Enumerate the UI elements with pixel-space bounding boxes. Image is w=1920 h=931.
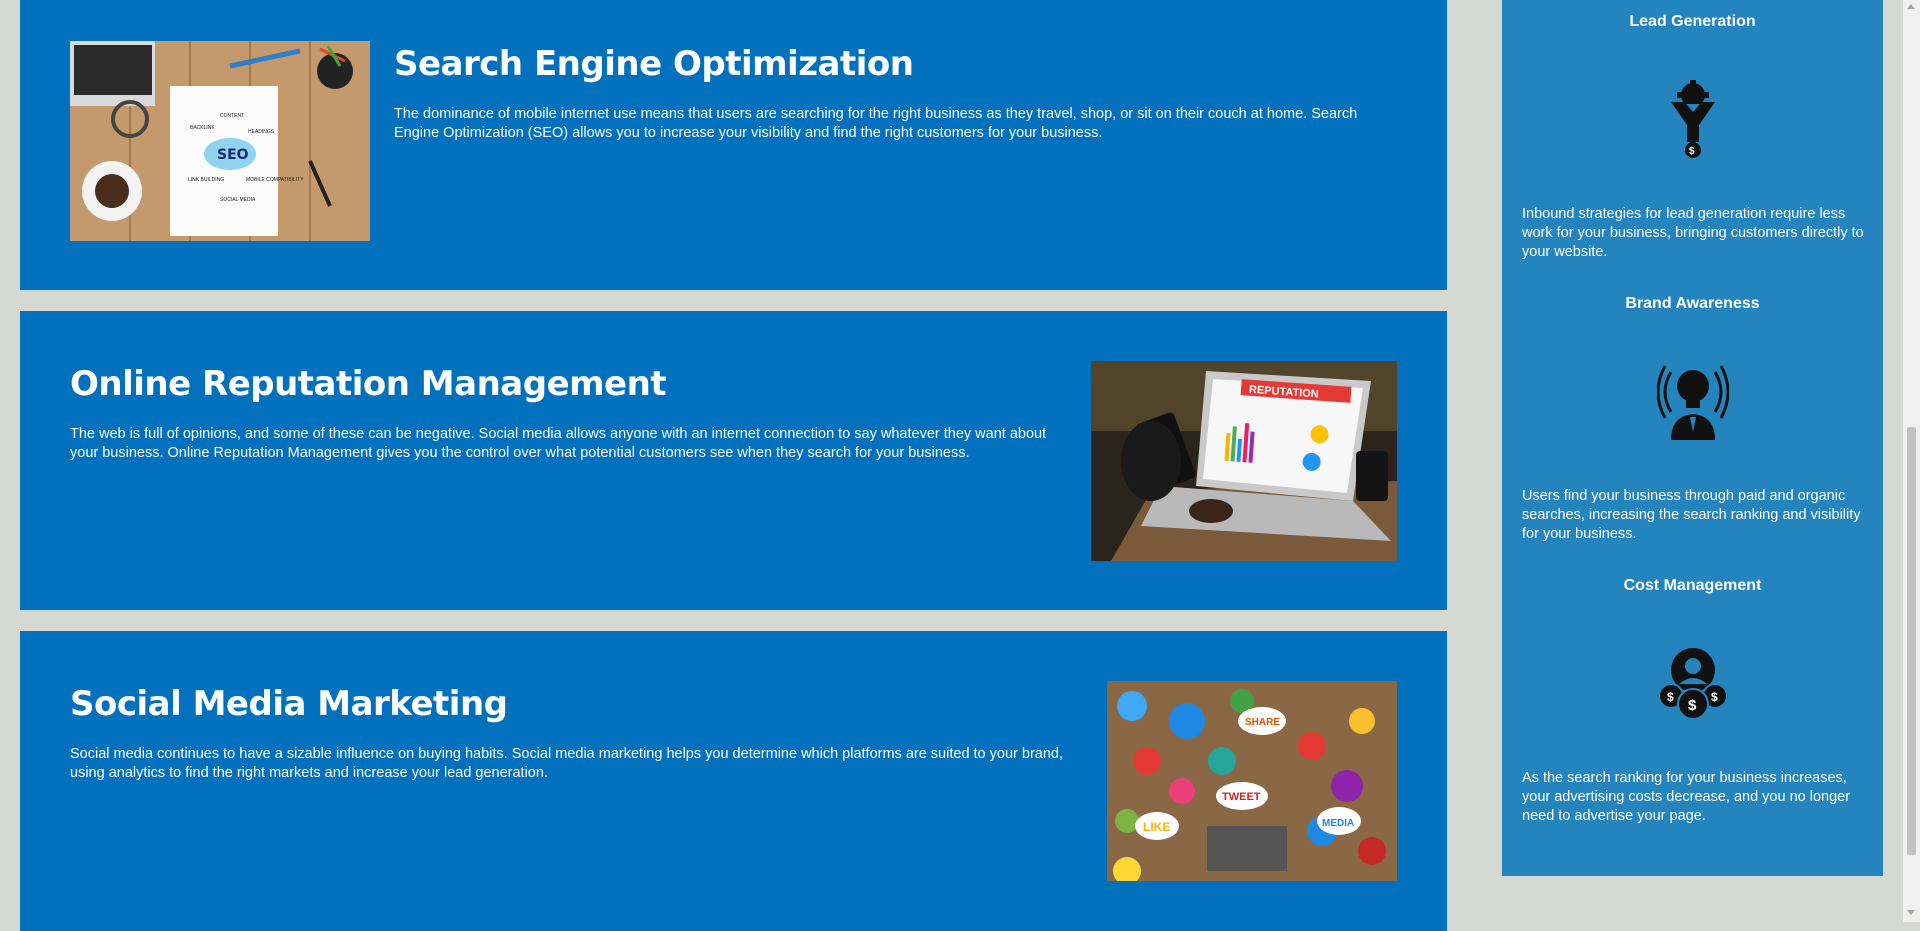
- brand-awareness-title: Brand Awareness: [1625, 295, 1760, 312]
- vertical-scrollbar[interactable]: [1903, 0, 1920, 922]
- media-image-word: MEDIA: [1322, 818, 1354, 829]
- mobile-image-word: MOBILE COMPATIBILITY: [246, 177, 304, 183]
- scroll-up-arrow-icon[interactable]: [1907, 4, 1915, 9]
- svg-text:$: $: [1689, 146, 1695, 157]
- social-description: Social media continues to have a sizable…: [70, 746, 1064, 781]
- brand-awareness-text: Users find your business through paid an…: [1522, 488, 1861, 542]
- link-building-image-word: LINK BUILDING: [188, 177, 224, 183]
- service-card-reputation: Online Reputation Management The web is …: [20, 311, 1447, 610]
- lead-generation-title: Lead Generation: [1629, 13, 1756, 30]
- features-sidebar: Lead Generation $ Inbound strategies for…: [1502, 0, 1883, 876]
- seo-description: The dominance of mobile internet use mea…: [394, 106, 1358, 141]
- social-media-image-word: SOCIAL MEDIA: [220, 197, 256, 203]
- seo-title: Search Engine Optimization: [394, 44, 914, 84]
- scrollbar-thumb[interactable]: [1907, 427, 1916, 855]
- lead-generation-text: Inbound strategies for lead generation r…: [1522, 206, 1864, 260]
- lightbulb-broadcast-icon: [1656, 362, 1730, 442]
- headings-image-word: HEADINGS: [248, 129, 275, 135]
- share-image-word: SHARE: [1245, 717, 1280, 728]
- social-media-image: SHARE TWEET LIKE MEDIA: [1107, 681, 1397, 881]
- gear-coins-icon: $ $ $: [1657, 644, 1729, 724]
- tweet-image-word: TWEET: [1222, 791, 1261, 803]
- seo-notebook-image: SEO CONTENT HEADINGS BACKLINK LINK BUILD…: [70, 41, 370, 241]
- svg-text:$: $: [1667, 690, 1674, 704]
- cost-management-text: As the search ranking for your business …: [1522, 770, 1851, 824]
- reputation-laptop-image: REPUTATION: [1091, 361, 1397, 561]
- service-card-social: Social Media Marketing Social media cont…: [20, 631, 1447, 931]
- cost-management-title: Cost Management: [1623, 577, 1762, 594]
- reputation-description: The web is full of opinions, and some of…: [70, 426, 1047, 461]
- seo-image-word: SEO: [217, 147, 249, 163]
- svg-text:$: $: [1711, 690, 1718, 704]
- like-image-word: LIKE: [1143, 820, 1170, 834]
- scroll-down-arrow-icon[interactable]: [1907, 910, 1915, 915]
- reputation-title: Online Reputation Management: [70, 364, 667, 404]
- backlink-image-word: BACKLINK: [190, 125, 215, 131]
- content-image-word: CONTENT: [220, 113, 244, 119]
- service-card-seo: SEO CONTENT HEADINGS BACKLINK LINK BUILD…: [20, 0, 1447, 290]
- social-title: Social Media Marketing: [70, 684, 508, 724]
- svg-text:$: $: [1688, 697, 1697, 714]
- funnel-gear-icon: $: [1657, 80, 1729, 160]
